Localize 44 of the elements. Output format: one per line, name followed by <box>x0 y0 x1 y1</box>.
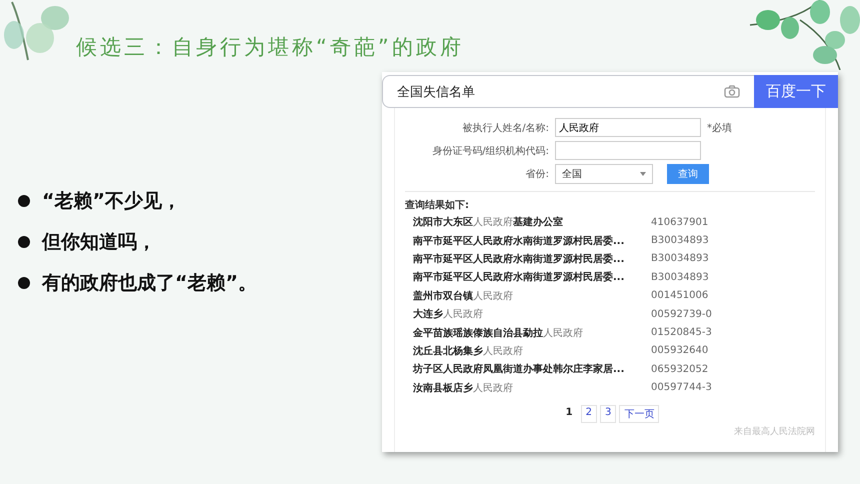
caret-icon <box>640 172 646 176</box>
result-code: 005932640 <box>651 345 708 356</box>
input-field[interactable]: 人民政府 <box>555 118 701 137</box>
search-field[interactable]: 全国失信名单 <box>382 75 754 108</box>
form-label: 省份: <box>524 168 549 180</box>
result-name-link[interactable]: 南平市延平区人民政府水南街道罗源村民居委... <box>413 252 651 266</box>
form-label: 身份证号码/组织机构代码: <box>431 144 549 158</box>
input-field[interactable] <box>555 141 701 160</box>
bullet-text: 但你知道吗， <box>42 230 156 254</box>
result-code: 00597744-3 <box>651 382 712 394</box>
result-name-link[interactable]: 坊子区人民政府凤凰街道办事处韩尔庄李家居... <box>413 362 651 376</box>
required-note: *必填 <box>707 122 732 134</box>
bullet-text: 有的政府也成了“老赖”。 <box>42 270 257 296</box>
page-link[interactable]: 下一页 <box>619 404 660 423</box>
slide-title: 候选三：自身行为堪称“奇葩”的政府 <box>76 34 464 61</box>
source-caption: 来自最高人民法院网 <box>733 426 815 438</box>
result-code: 001451006 <box>651 290 708 302</box>
result-name-link[interactable]: 南平市延平区人民政府水南街道罗源村民居委... <box>413 234 651 248</box>
result-code: 01520845-3 <box>651 327 712 338</box>
result-name-link[interactable]: 大连乡人民政府 <box>413 307 651 322</box>
result-name-link[interactable]: 沈阳市大东区人民政府基建办公室 <box>413 215 651 230</box>
camera-icon[interactable] <box>724 85 740 98</box>
page-link[interactable]: 3 <box>600 404 616 423</box>
result-code: B30034893 <box>651 253 709 264</box>
result-code: 065932052 <box>651 364 708 375</box>
result-name-link[interactable]: 盖州市双台镇人民政府 <box>413 288 651 303</box>
bullet-dot-icon <box>18 276 30 288</box>
province-dropdown[interactable]: 全国 <box>555 164 653 184</box>
result-name-link[interactable]: 金平苗族瑶族傣族自治县勐拉人民政府 <box>413 326 651 340</box>
result-name-link[interactable]: 沈丘县北杨集乡人民政府 <box>413 344 651 358</box>
result-name-link[interactable]: 汝南县板店乡人民政府 <box>413 380 651 395</box>
page-link[interactable]: 1 <box>560 404 578 423</box>
results-heading: 查询结果如下: <box>405 198 470 213</box>
result-code: 00592739-0 <box>651 308 712 320</box>
form-label: 被执行人姓名/名称: <box>461 122 549 134</box>
result-code: 410637901 <box>651 216 708 228</box>
bullet-text: “老赖”不少见， <box>42 188 181 214</box>
bullet-dot-icon <box>18 194 30 206</box>
page-link[interactable]: 2 <box>580 404 597 423</box>
result-code: B30034893 <box>651 235 709 246</box>
result-code: B30034893 <box>651 272 709 283</box>
result-name-link[interactable]: 南平市延平区人民政府水南街道罗源村民居委... <box>413 270 651 284</box>
bullet-dot-icon <box>18 236 30 248</box>
search-button[interactable]: 百度一下 <box>754 75 838 108</box>
